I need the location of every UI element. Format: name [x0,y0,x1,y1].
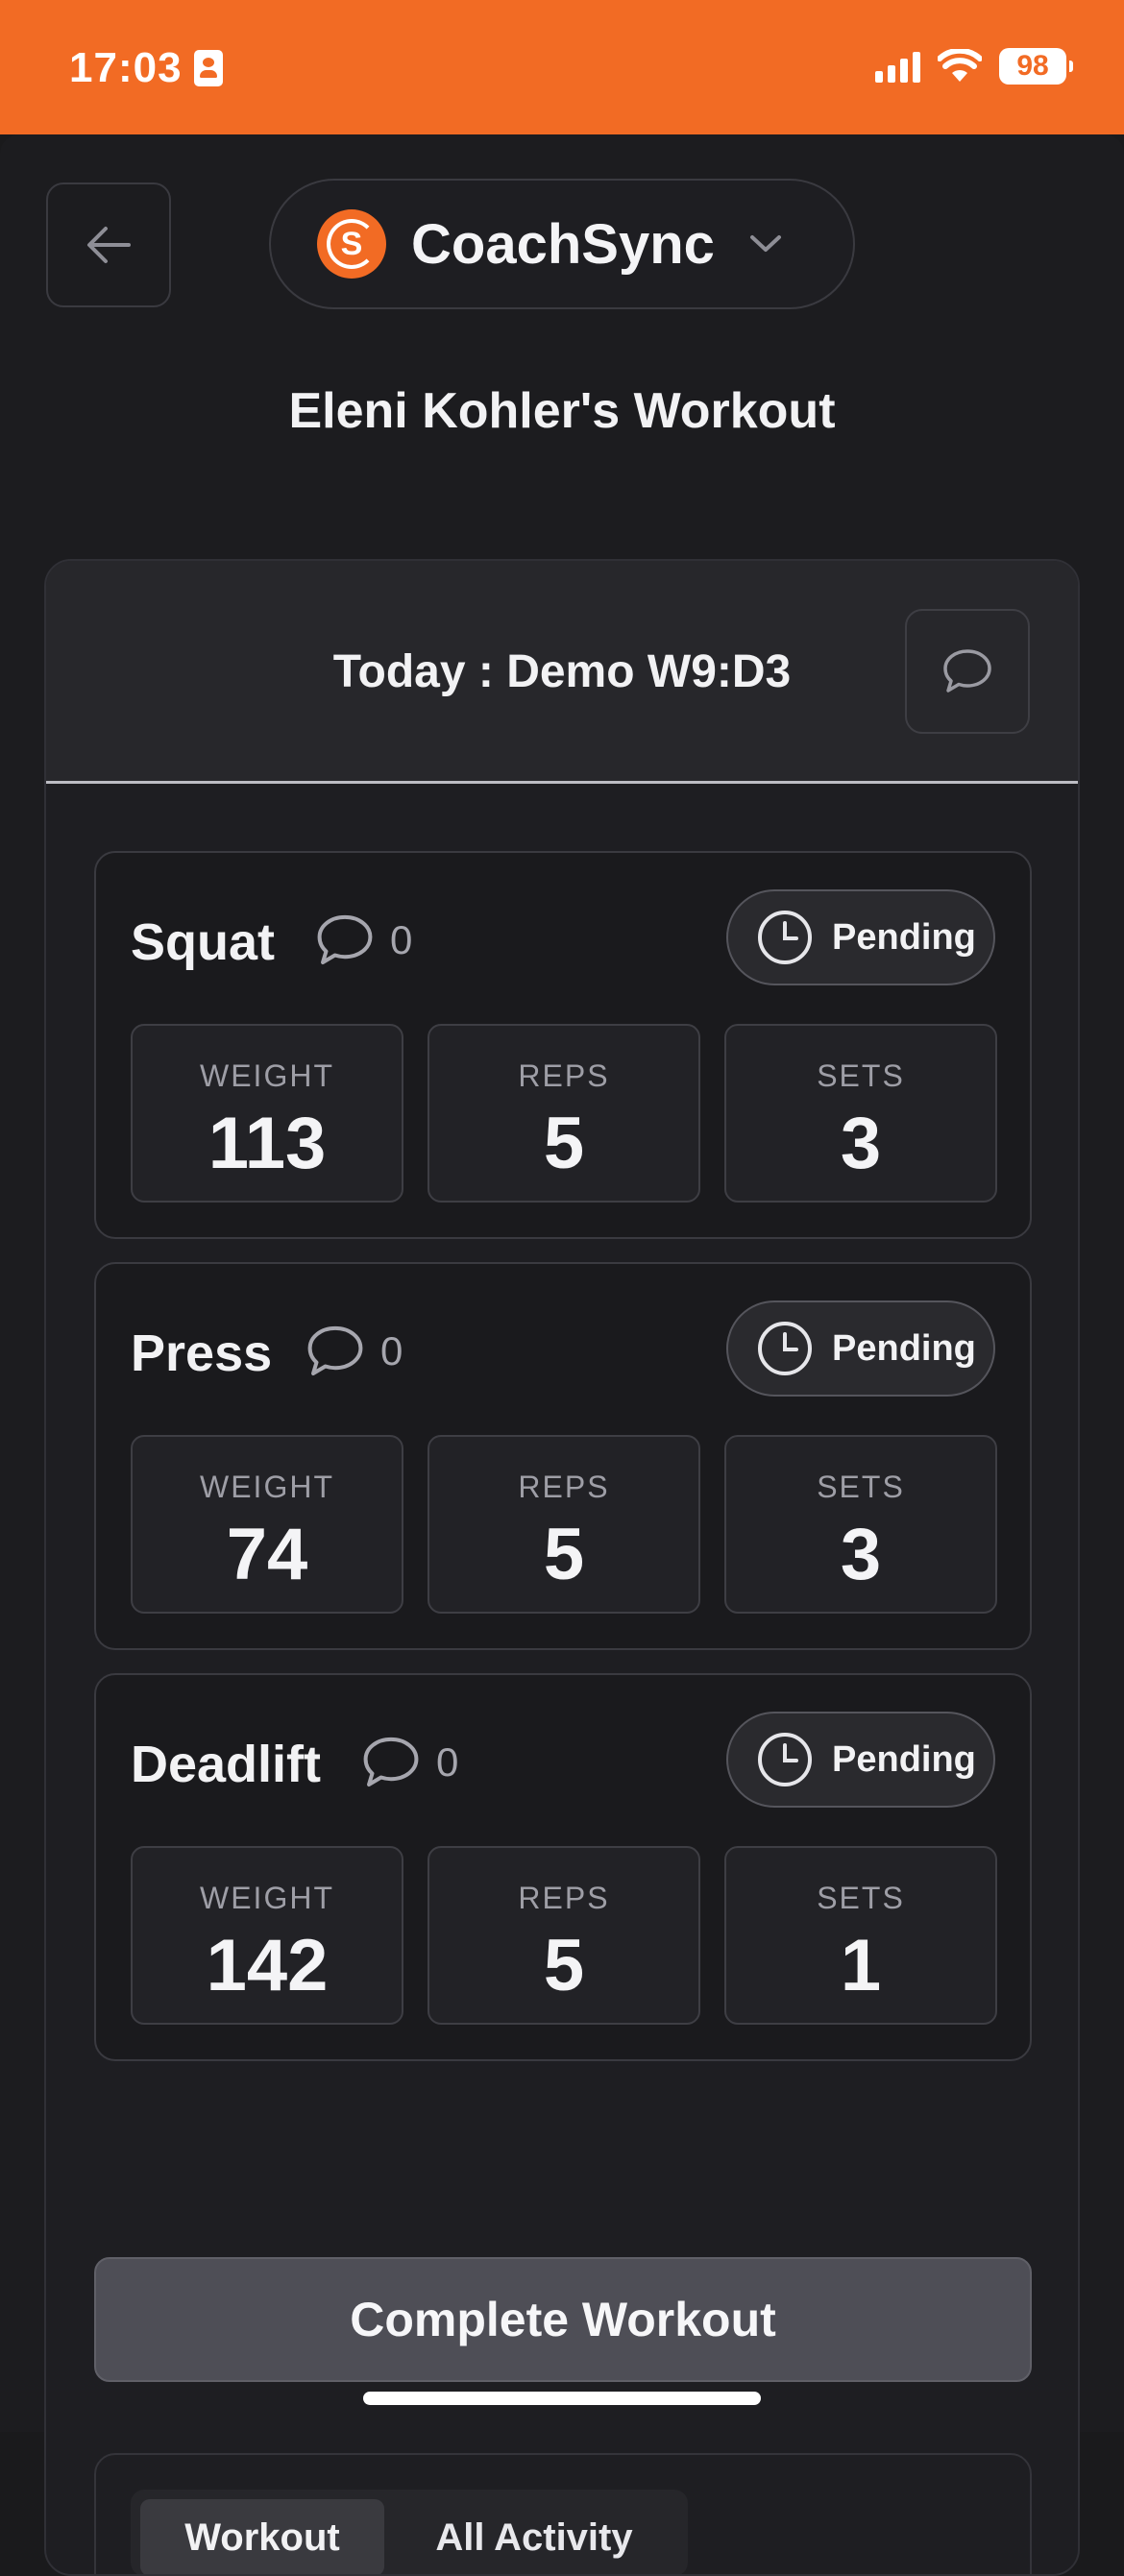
weight-stat: WEIGHT 113 [131,1024,403,1203]
clock-text: 17:03 [69,44,183,91]
sets-stat: SETS 1 [724,1846,997,2025]
exercise-name: Squat [131,913,276,971]
status-text: Pending [832,1327,976,1369]
workout-card: Today : Demo W9:D3 Squat 0 Pending WEIGH… [44,559,1080,2576]
status-text: Pending [832,916,976,958]
coachsync-logo-icon: S [317,209,386,279]
exercise-comments[interactable]: 0 [361,1735,458,1790]
reps-stat: REPS 5 [428,1024,700,1203]
complete-workout-button[interactable]: Complete Workout [94,2257,1032,2382]
back-button[interactable] [46,182,171,307]
chat-bubble-icon [363,1737,419,1786]
status-text: Pending [832,1738,976,1780]
team-switcher[interactable]: S CoachSync [269,179,855,309]
weight-stat: WEIGHT 74 [131,1435,403,1614]
exercise-comments[interactable]: 0 [315,912,412,968]
exercise-name: Deadlift [131,1736,322,1793]
status-badge[interactable]: Pending [726,1300,995,1397]
clock-icon [758,911,812,964]
workout-header: Today : Demo W9:D3 [46,561,1078,784]
clock-icon [758,1322,812,1375]
brand-name: CoachSync [411,212,715,276]
exercise-card-press[interactable]: Press 0 Pending WEIGHT 74 REPS 5 SETS 3 [94,1262,1032,1650]
contact-card-icon [193,50,223,86]
status-time: 17:03 [69,44,223,92]
weight-stat: WEIGHT 142 [131,1846,403,2025]
sets-stat: SETS 3 [724,1024,997,1203]
comment-count: 0 [436,1739,459,1785]
comment-count: 0 [380,1328,403,1373]
arrow-left-icon [87,227,131,263]
wifi-icon [938,49,982,82]
clock-icon [758,1733,812,1786]
chevron-down-icon [749,235,781,252]
status-bar: 17:03 98 [0,0,1124,134]
reps-stat: REPS 5 [428,1435,700,1614]
status-badge[interactable]: Pending [726,889,995,985]
chat-bubble-icon [317,914,373,964]
app-screen: S CoachSync Eleni Kohler's Workout Today… [0,134,1124,2576]
reps-stat: REPS 5 [428,1846,700,2025]
status-indicators: 98 [875,48,1073,85]
sets-stat: SETS 3 [724,1435,997,1614]
exercise-name: Press [131,1324,273,1382]
workout-comment-button[interactable] [905,609,1030,734]
chat-bubble-icon [943,649,991,693]
tab-workout[interactable]: Workout [140,2499,384,2574]
status-badge[interactable]: Pending [726,1712,995,1808]
cellular-signal-icon [875,50,920,83]
battery-indicator: 98 [999,48,1073,85]
comment-count: 0 [390,917,413,962]
exercise-card-squat[interactable]: Squat 0 Pending WEIGHT 113 REPS 5 SETS 3 [94,851,1032,1239]
chat-bubble-icon [307,1325,363,1375]
tab-all-activity[interactable]: All Activity [390,2499,678,2574]
exercise-comments[interactable]: 0 [305,1324,403,1379]
activity-panel: Workout All Activity [94,2453,1032,2574]
page-title: Eleni Kohler's Workout [288,383,836,439]
exercise-card-deadlift[interactable]: Deadlift 0 Pending WEIGHT 142 REPS 5 SETS 1 [94,1673,1032,2061]
home-indicator[interactable] [363,2392,761,2405]
tab-bar: Workout All Activity [131,2490,688,2574]
